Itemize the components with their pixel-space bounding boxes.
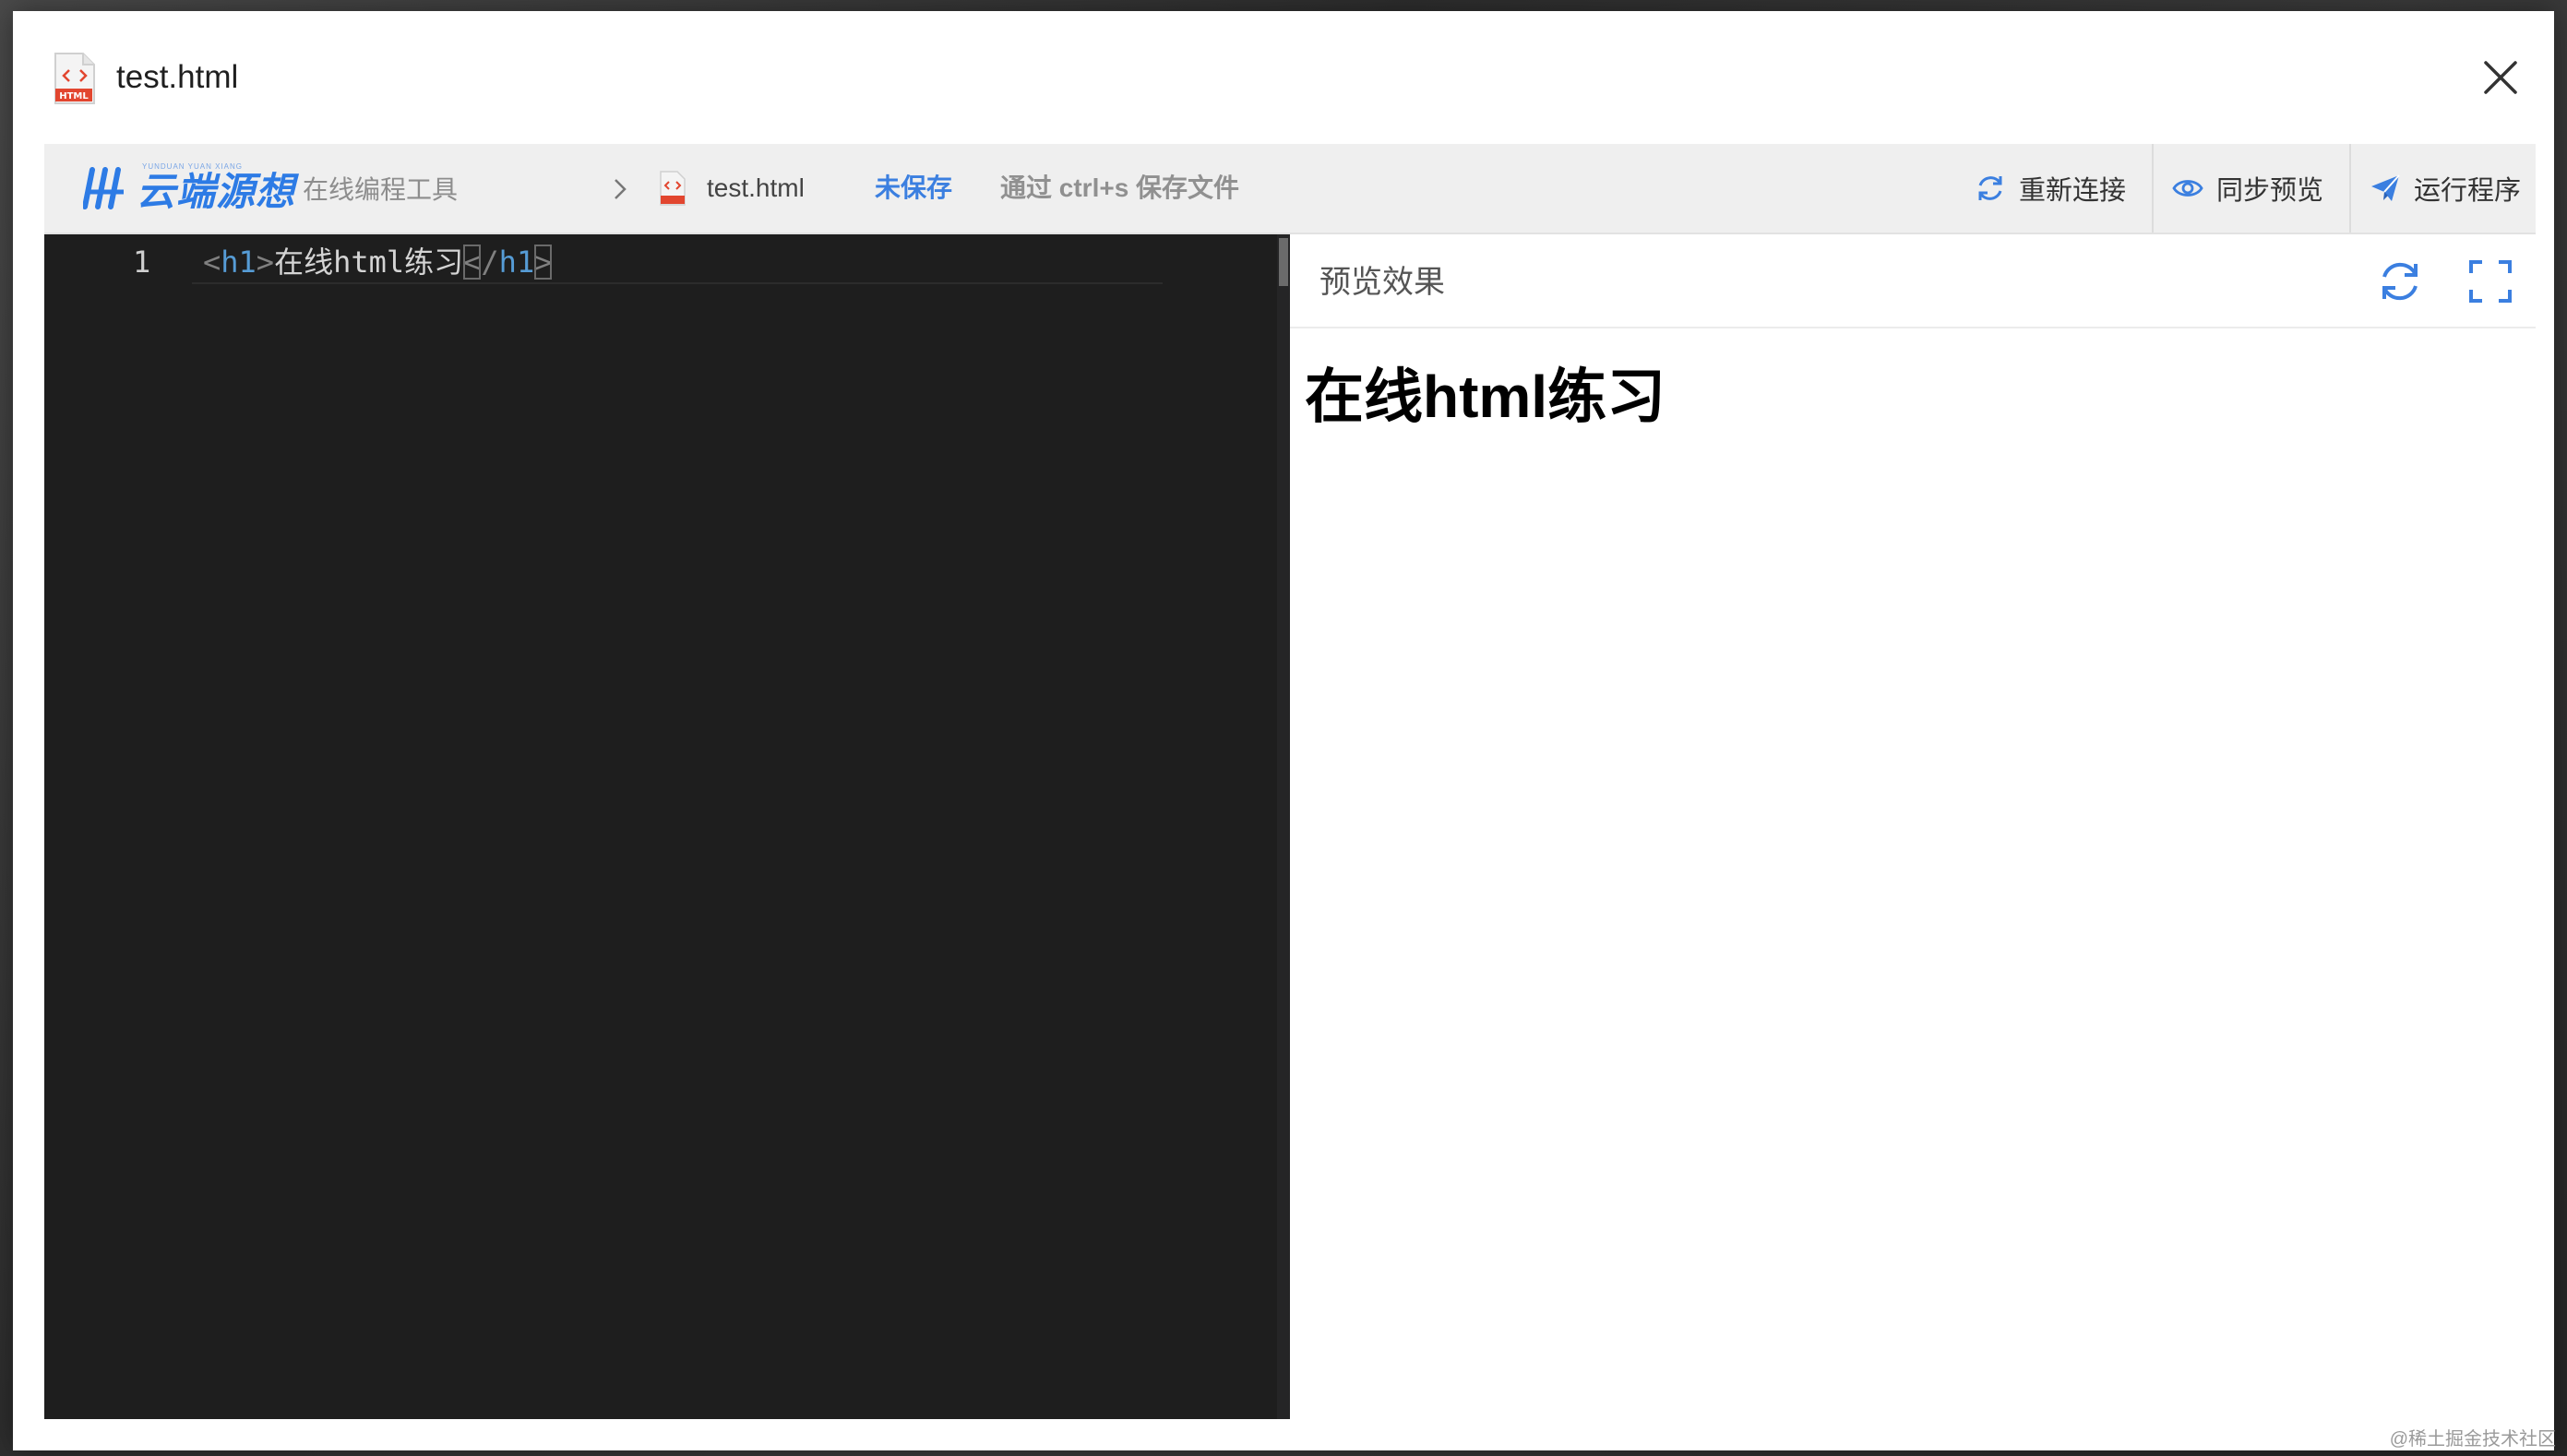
preview-title: 预览效果: [1319, 265, 1445, 300]
sync-preview-label: 同步预览: [2216, 176, 2324, 206]
code-token: h1: [498, 245, 535, 280]
toolbar-divider: [2349, 144, 2351, 233]
breadcrumb-file[interactable]: test.html: [707, 170, 805, 207]
run-button[interactable]: 运行程序: [2370, 144, 2521, 233]
run-label: 运行程序: [2414, 176, 2522, 206]
paper-plane-icon: [2371, 174, 2400, 201]
code-token: >: [256, 245, 275, 280]
editor-dialog: HTML test.html 云端源想 YUNDUAN YUAN XIANG 在…: [13, 11, 2554, 1450]
dialog-title: test.html: [116, 59, 239, 95]
close-icon[interactable]: [2480, 57, 2521, 98]
code-token: <: [463, 245, 482, 280]
line-number: 1: [133, 245, 151, 280]
sync-preview-button[interactable]: 同步预览: [2172, 144, 2323, 233]
file-icon-label: HTML: [59, 91, 89, 101]
toolbar-divider: [2152, 144, 2154, 233]
code-line[interactable]: <h1>在线html练习</h1>: [203, 242, 553, 282]
code-editor[interactable]: 1 <h1>在线html练习</h1>: [44, 234, 1290, 1419]
logo-mark-icon: [83, 167, 124, 209]
html-file-icon: HTML: [54, 53, 95, 104]
code-token: >: [534, 245, 553, 280]
preview-heading: 在线html练习: [1305, 364, 1666, 430]
html-file-icon: [660, 171, 686, 206]
code-token: /: [481, 245, 499, 280]
preview-pane: 预览效果 在线html练习: [1290, 234, 2536, 1419]
code-token: <: [203, 245, 221, 280]
eye-icon: [2172, 180, 2203, 197]
save-hint: 通过 ctrl+s 保存文件: [1000, 173, 1240, 202]
preview-header: 预览效果: [1290, 234, 2536, 328]
editor-toolbar: 云端源想 YUNDUAN YUAN XIANG 在线编程工具 test.html…: [44, 144, 2536, 234]
refresh-icon[interactable]: [2377, 258, 2423, 304]
editor-scrollbar[interactable]: [1277, 234, 1290, 1419]
save-status: 未保存: [875, 173, 953, 202]
reconnect-button[interactable]: 重新连接: [1975, 144, 2126, 233]
watermark: @稀土掘金技术社区: [2389, 1429, 2556, 1450]
logo-subtext: YUNDUAN YUAN XIANG: [142, 162, 243, 171]
editor-scrollbar-thumb[interactable]: [1279, 238, 1288, 286]
tool-name: 在线编程工具: [303, 175, 459, 204]
chevron-right-icon: [615, 179, 627, 199]
fullscreen-icon[interactable]: [2467, 258, 2513, 304]
refresh-icon: [1978, 176, 2002, 200]
dialog-header: HTML test.html: [13, 11, 2554, 144]
reconnect-label: 重新连接: [2019, 176, 2127, 206]
code-token: h1: [221, 245, 257, 280]
code-token: 在线html练习: [274, 245, 464, 280]
